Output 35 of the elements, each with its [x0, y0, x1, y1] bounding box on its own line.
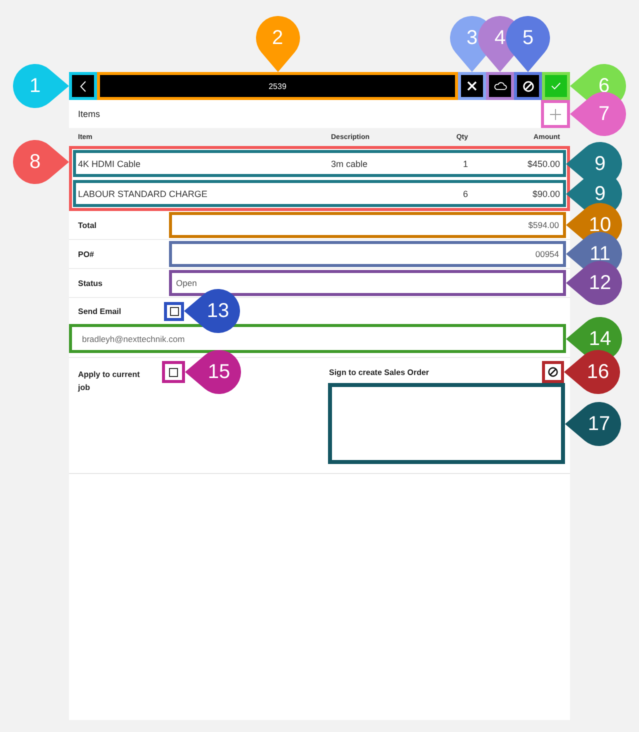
- section-title: Items: [78, 109, 100, 119]
- signature-pad[interactable]: [328, 383, 565, 464]
- field-label: Total: [77, 220, 98, 230]
- close-icon: [467, 81, 477, 91]
- prohibit-icon: [522, 80, 534, 92]
- table-cell-text: 3m cable: [331, 158, 369, 168]
- record-title: 2539: [100, 75, 455, 97]
- plus-icon: [550, 108, 561, 120]
- table-cell-text: 1: [462, 158, 468, 168]
- check-icon: [551, 82, 561, 90]
- table-cell-text: 6: [462, 188, 468, 198]
- callout-pin: 15: [185, 350, 241, 394]
- callout-pin: 17: [565, 402, 621, 446]
- callout-pin: 8: [13, 140, 69, 184]
- table-cell-text: $450.00: [526, 158, 560, 168]
- checkbox[interactable]: [169, 368, 178, 376]
- callout-pin: 13: [184, 289, 240, 333]
- callout-pin: 1: [13, 64, 69, 108]
- callout-pin: 2: [256, 16, 300, 72]
- signature-label: Sign to create Sales Order: [329, 368, 430, 376]
- table-cell-text: $90.00: [531, 188, 560, 198]
- field-label: Status: [77, 278, 104, 288]
- table-cell-text: 4K HDMI Cable: [78, 158, 142, 168]
- callout-pin: 12: [566, 261, 622, 305]
- prohibit-icon: [548, 367, 558, 377]
- callout-pin: 7: [570, 92, 626, 136]
- table-cell-text: LABOUR STANDARD CHARGE: [78, 188, 208, 198]
- field-label: Send Email: [77, 306, 122, 316]
- cloud-icon: [494, 82, 506, 90]
- field-label: PO#: [77, 250, 96, 258]
- field-label: Apply to current job: [78, 369, 141, 394]
- checkbox[interactable]: [170, 306, 178, 316]
- chevron-left-icon: [80, 80, 86, 92]
- callout-pin: 16: [564, 350, 620, 394]
- callout-pin: 5: [506, 16, 550, 72]
